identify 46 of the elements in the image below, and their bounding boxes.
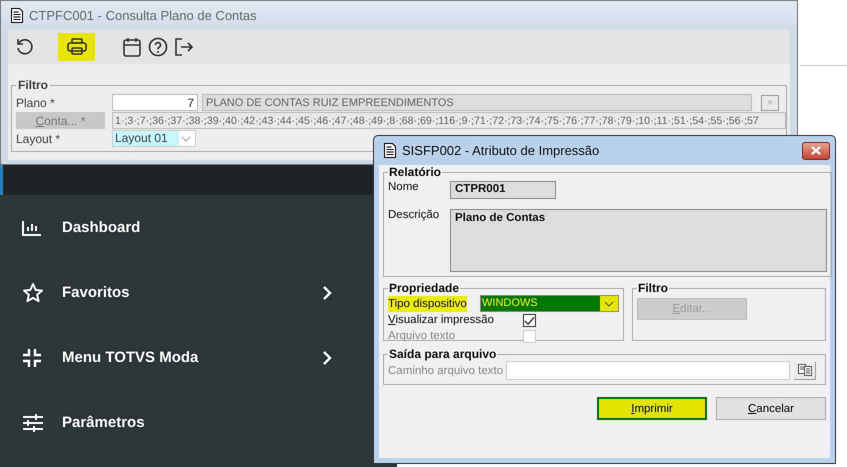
device-dropdown[interactable]: WINDOWS [480,295,619,312]
menu-item[interactable]: Favoritos [0,260,372,325]
help-icon [148,37,168,57]
field-label: Descrição [388,209,440,223]
dialog-button[interactable]: Cancelar [716,397,826,420]
group-title: Filtro [17,78,49,92]
option-label: Arquivo texto [388,329,456,344]
field-label: Nome [388,181,420,195]
window-title: CTPFC001 - Consulta Plano de Contas [29,8,257,23]
print-icon [66,38,86,56]
files-icon [798,364,812,376]
calendar-icon [123,37,141,57]
group-title: Propriedade [388,281,460,295]
name-field: CTPR001 [450,181,556,199]
menu-item[interactable]: Menu TOTVS Moda [0,325,372,390]
field-label: Layout * [16,132,62,146]
document-icon [11,8,23,23]
group-title: Filtro [637,281,669,295]
field-label: Tipo dispositivo [388,296,467,312]
field-label: Caminho arquivo texto [388,364,504,378]
toolbar-button[interactable] [58,33,95,61]
document-icon [384,143,396,158]
dialog-title: SISFP002 - Atributo de Impressão [402,143,600,158]
sliders-icon [22,414,44,432]
checkbox[interactable] [523,314,536,327]
input-field[interactable]: 7 [112,94,198,111]
chart-icon [22,220,42,236]
menu-item[interactable]: Dashboard [0,195,372,260]
layout-dropdown[interactable]: Layout 01 [112,130,196,147]
close-button[interactable] [802,142,830,160]
group-title: Saída para arquivo [388,347,498,361]
shrink-icon [22,348,42,368]
dialog-button[interactable]: Imprimir [597,397,707,420]
group-title: Relatório [388,165,442,179]
option-label: Visualizar impressão [388,313,494,328]
file-path-field[interactable] [506,361,790,380]
star-icon [22,282,44,304]
description-field: PLANO DE CONTAS RUIZ EMPREENDIMENTOS [202,94,752,111]
exit-icon [174,37,194,57]
description-field: Plano de Contas [450,209,827,272]
close-icon [811,146,821,155]
browse-button[interactable] [794,362,816,380]
field-label: Plano * [16,96,56,110]
accounts-field[interactable]: 1·;3·;7·;36·;37·;38·;39·;40·;42·;43·;44·;45·;46·;47·;48·;49·;8·;68·;69·;116·;9·;71·;72·;73·;74·;75·;76·;77·;78·;79·;10·;11·;51·;54·;55·;56·;57 [112,112,786,129]
refresh-icon [15,37,35,57]
menu-item[interactable]: Parâmetros [0,390,372,455]
